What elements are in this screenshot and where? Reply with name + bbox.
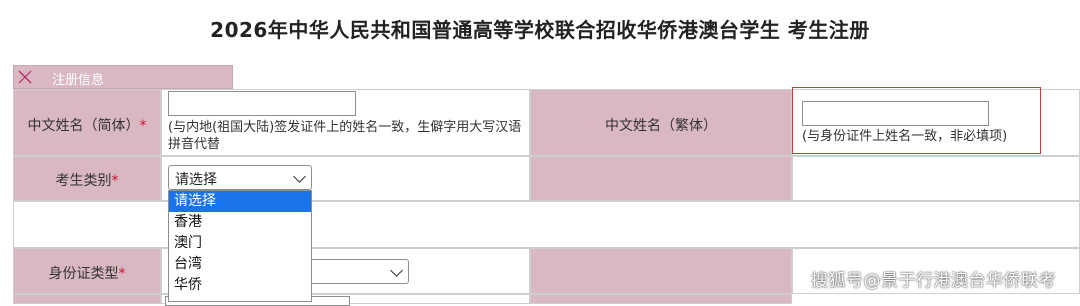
candidate-type-dropdown: 请选择 香港 澳门 台湾 华侨	[168, 190, 312, 302]
dropdown-option[interactable]: 香港	[169, 212, 311, 233]
next-row-label-cell	[13, 294, 161, 304]
dropdown-option[interactable]: 澳门	[169, 233, 311, 254]
required-mark: *	[118, 266, 126, 282]
name-simplified-input[interactable]	[168, 91, 356, 116]
name-traditional-label: 中文姓名（繁体）	[605, 118, 717, 134]
page-title: 2026年中华人民共和国普通高等学校联合招收华侨港澳台学生 考生注册	[210, 18, 870, 42]
name-simplified-input-cell: (与内地(祖国大陆)签发证件上的姓名一致，生僻字用大写汉语拼音代替	[161, 89, 530, 156]
name-traditional-label-cell: 中文姓名（繁体）	[530, 89, 792, 156]
chevron-down-icon	[293, 170, 306, 183]
pin-icon	[16, 68, 36, 88]
candidate-type-value: 请选择	[175, 172, 217, 188]
dropdown-option[interactable]: 华侨	[169, 275, 311, 296]
candidate-type-label-cell: 考生类别*	[13, 156, 161, 201]
watermark: 搜狐号@景于行港澳台华侨联考	[811, 271, 1056, 291]
name-simplified-hint: (与内地(祖国大陆)签发证件上的姓名一致，生僻字用大写汉语拼音代替	[168, 120, 522, 152]
chevron-down-icon	[390, 264, 403, 277]
dropdown-option[interactable]: 台湾	[169, 254, 311, 275]
dropdown-option[interactable]: 请选择	[169, 191, 311, 212]
required-mark: *	[111, 173, 119, 189]
section-label: 注册信息	[52, 73, 105, 88]
candidate-type-select[interactable]: 请选择	[168, 165, 312, 190]
candidate-type-label: 考生类别	[55, 173, 112, 189]
name-simplified-label: 中文姓名（简体）	[27, 118, 140, 134]
name-simplified-label-cell: 中文姓名（简体）*	[13, 89, 161, 156]
next-row-label-cell	[530, 294, 792, 304]
highlight-box	[792, 87, 1041, 154]
empty-value-cell	[792, 156, 1080, 201]
empty-label-cell	[530, 156, 792, 201]
section-tab-registration-info: 注册信息	[13, 65, 233, 89]
required-mark: *	[139, 118, 147, 134]
id-type-label: 身份证类型	[48, 266, 119, 282]
id-type-label-cell: 身份证类型*	[13, 248, 161, 294]
empty-label-cell	[530, 248, 792, 294]
